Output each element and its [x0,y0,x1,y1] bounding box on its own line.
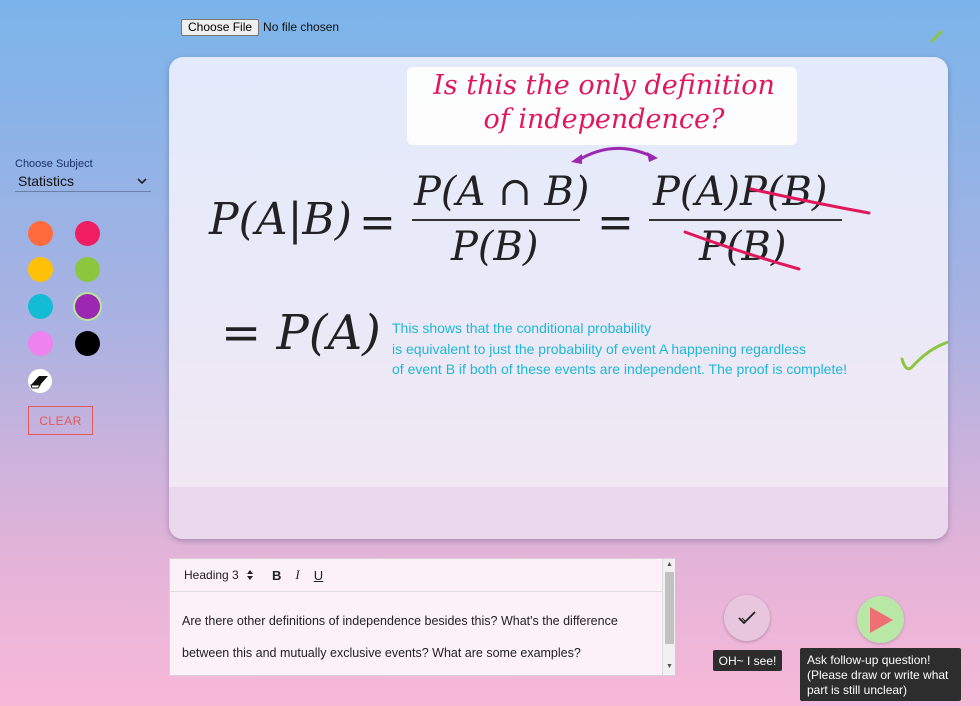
check-icon [738,611,756,625]
explanation-text: This shows that the conditional probabil… [392,318,847,380]
color-swatch-orange[interactable] [28,221,53,246]
clear-button[interactable]: CLEAR [28,406,93,435]
canvas-footer-strip [169,487,948,539]
editor-line-1: Are there other definitions of independe… [182,614,618,628]
color-swatch-pink[interactable] [75,221,100,246]
heading-select[interactable]: Heading 3 [184,568,254,582]
explanation-line-2: is equivalent to just the probability of… [392,340,807,357]
cancel-strikes [683,187,871,271]
chevron-down-icon [137,178,147,185]
color-swatch-violet[interactable] [28,331,53,356]
color-swatch-green[interactable] [75,257,100,282]
formula-result: = P(A) [221,305,381,361]
scroll-down-icon[interactable]: ▼ [666,663,673,670]
ask-followup-button[interactable] [857,596,904,643]
updown-arrow-icon [247,570,253,580]
underline-button[interactable]: U [314,568,323,583]
eraser-icon[interactable] [28,369,52,393]
choose-file-button[interactable]: Choose File [181,18,260,36]
editor-scrollbar[interactable]: ▲ ▼ [662,559,675,675]
file-status: No file chosen [263,20,340,34]
editor-line-2: between this and mutually exclusive even… [182,646,581,660]
drawing-canvas[interactable]: Is this the only definition of independe… [169,57,948,539]
color-swatch-cyan[interactable] [28,294,53,319]
scroll-up-icon[interactable]: ▲ [666,561,673,568]
color-swatch-yellow[interactable] [28,257,53,282]
rich-text-editor[interactable]: Heading 3 B I U Are there other definiti… [169,558,675,676]
subject-value: Statistics [18,173,75,189]
editor-toolbar: Heading 3 B I U [170,559,662,592]
italic-button[interactable]: I [295,567,299,583]
understood-tooltip: OH~ I see! [713,650,782,671]
pencil-icon[interactable] [928,27,944,43]
understood-button[interactable] [724,595,770,641]
subject-label: Choose Subject [15,158,93,170]
explanation-line-1: This shows that the conditional probabil… [392,320,652,336]
editor-content[interactable]: Are there other definitions of independe… [182,605,652,669]
color-swatch-black[interactable] [75,331,100,356]
subject-select[interactable]: Statistics [15,171,151,192]
explanation-line-3: of event B if both of these events are i… [392,361,848,377]
scroll-thumb[interactable] [665,572,674,644]
checkmark-icon [900,340,948,371]
bold-button[interactable]: B [272,568,281,583]
ask-followup-tooltip: Ask follow-up question! (Please draw or … [800,648,961,701]
heading-select-value: Heading 3 [184,568,239,582]
play-icon [869,606,893,633]
file-upload: Choose File No file chosen [181,18,339,36]
color-swatch-purple-selected[interactable] [75,294,100,319]
